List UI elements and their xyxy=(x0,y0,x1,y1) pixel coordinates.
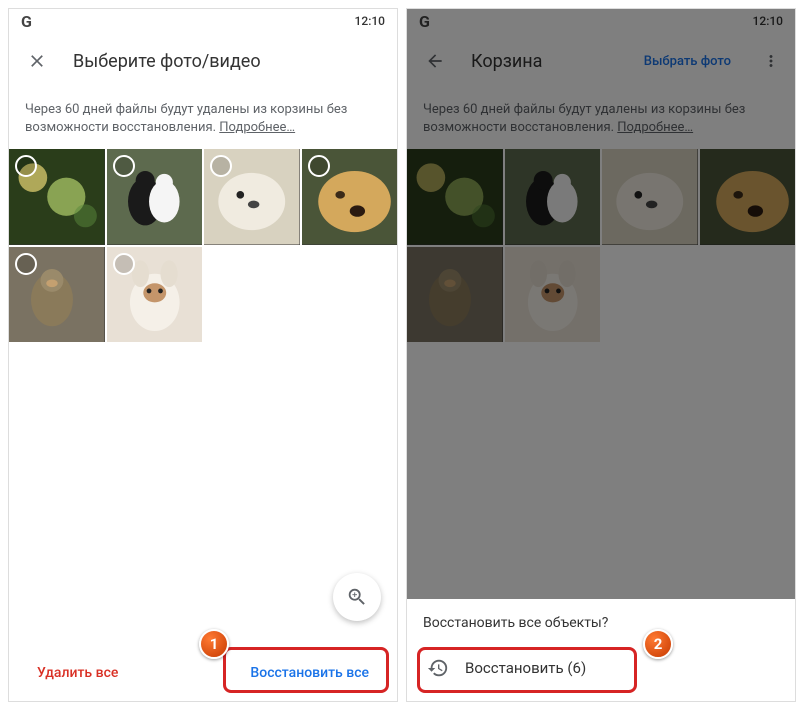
sheet-title: Восстановить все объекты? xyxy=(423,615,779,631)
page-title: Выберите фото/видео xyxy=(73,51,389,72)
close-icon[interactable] xyxy=(17,41,57,81)
thumb-1[interactable] xyxy=(9,149,105,245)
annotation-badge-1: 1 xyxy=(199,629,229,659)
selection-circle-icon xyxy=(113,155,135,177)
bottom-sheet: Восстановить все объекты? Восстановить (… xyxy=(407,599,795,701)
restore-icon xyxy=(427,657,449,679)
restore-all-button[interactable]: Восстановить все xyxy=(238,655,381,691)
zoom-fab[interactable] xyxy=(333,573,381,621)
learn-more-link[interactable]: Подробнее… xyxy=(219,120,295,135)
thumb-2[interactable] xyxy=(107,149,203,245)
selection-circle-icon xyxy=(15,253,37,275)
phone-left: G 12:10 Выберите фото/видео Через 60 дне… xyxy=(8,8,398,702)
restore-action[interactable]: Восстановить (6) xyxy=(423,647,779,689)
google-logo: G xyxy=(21,12,32,31)
header: Выберите фото/видео xyxy=(9,33,397,89)
dim-overlay[interactable] xyxy=(407,9,795,701)
thumb-5[interactable] xyxy=(9,247,105,343)
status-bar: G 12:10 xyxy=(9,9,397,33)
thumb-3[interactable] xyxy=(204,149,300,245)
selection-circle-icon xyxy=(113,253,135,275)
selection-circle-icon xyxy=(308,155,330,177)
info-banner: Через 60 дней файлы будут удалены из кор… xyxy=(9,89,397,149)
photo-grid xyxy=(9,149,397,342)
thumb-4[interactable] xyxy=(302,149,398,245)
delete-all-button[interactable]: Удалить все xyxy=(25,655,130,691)
annotation-badge-2: 2 xyxy=(643,629,673,659)
thumb-6[interactable] xyxy=(107,247,203,343)
status-time: 12:10 xyxy=(355,14,385,28)
phone-right: G 12:10 Корзина Выбрать фото Через 60 дн… xyxy=(406,8,796,702)
restore-action-label: Восстановить (6) xyxy=(465,659,586,677)
